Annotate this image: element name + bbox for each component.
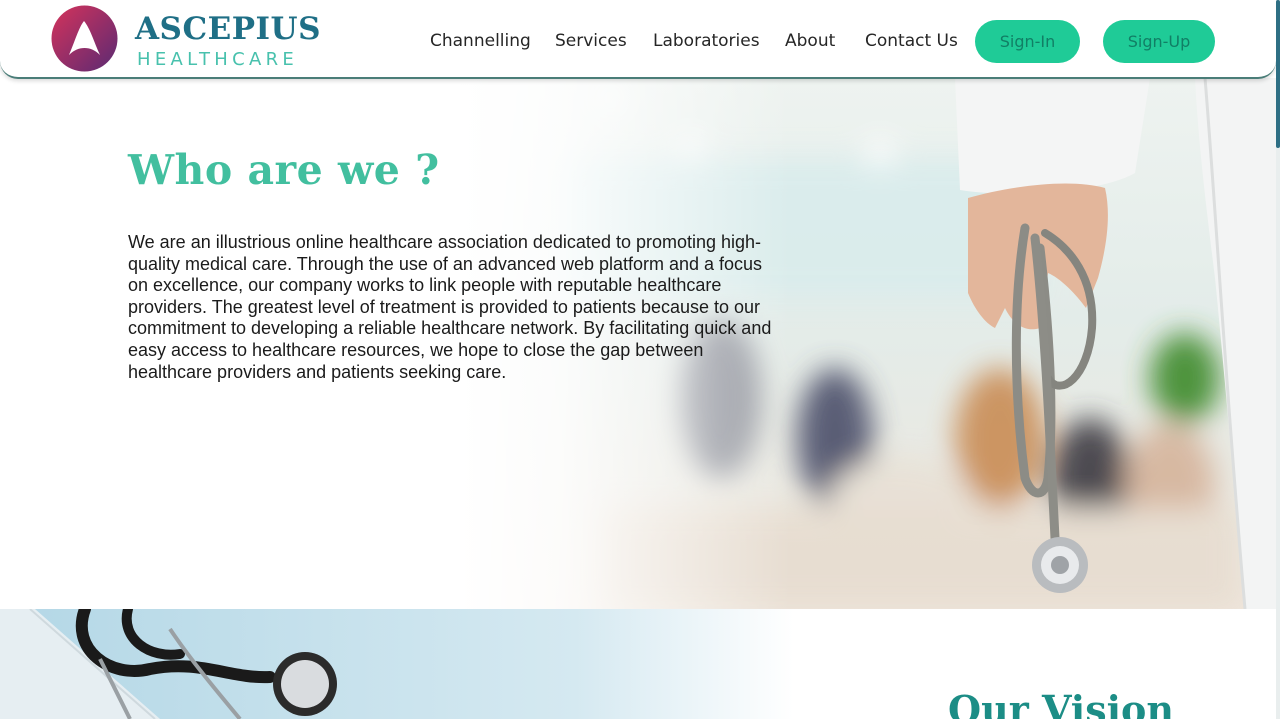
logo-icon[interactable] bbox=[51, 5, 118, 72]
nav-about[interactable]: About bbox=[785, 31, 835, 51]
nav-services[interactable]: Services bbox=[555, 31, 627, 51]
nav-laboratories[interactable]: Laboratories bbox=[653, 31, 760, 51]
our-vision-section: Our Vision bbox=[0, 609, 1280, 719]
nav-contact-us[interactable]: Contact Us bbox=[865, 31, 958, 51]
sign-up-button[interactable]: Sign-Up bbox=[1103, 20, 1215, 63]
brand-name[interactable]: ASCEPIUS bbox=[135, 11, 321, 47]
who-are-we-section: Who are we ? We are an illustrious onlin… bbox=[0, 78, 1276, 609]
hero-title: Who are we ? bbox=[128, 146, 440, 194]
scrollbar-thumb[interactable] bbox=[1276, 0, 1280, 148]
hero-description: We are an illustrious online healthcare … bbox=[128, 232, 772, 382]
site-header: ASCEPIUS HEALTHCARE Channelling Services… bbox=[0, 0, 1276, 79]
vision-title: Our Vision bbox=[948, 687, 1175, 719]
sign-in-button[interactable]: Sign-In bbox=[975, 20, 1080, 63]
nav-channelling[interactable]: Channelling bbox=[430, 31, 531, 51]
brand-tagline: HEALTHCARE bbox=[137, 49, 299, 70]
